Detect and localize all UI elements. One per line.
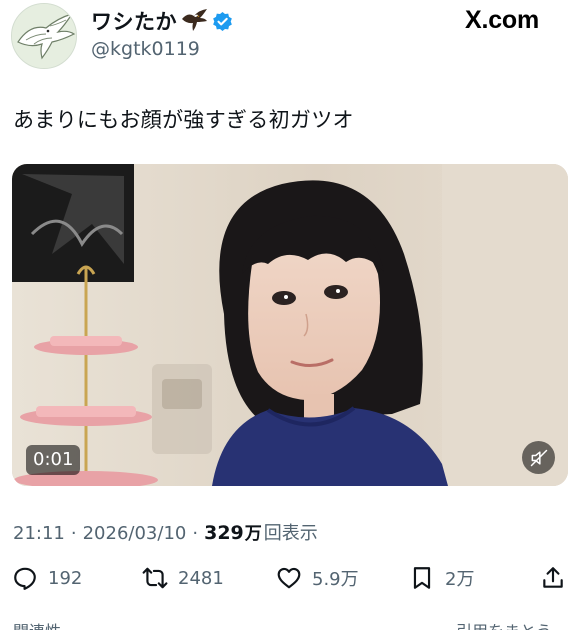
reply-button[interactable]: 192 xyxy=(12,560,82,596)
video-frame xyxy=(12,164,568,486)
display-name[interactable]: ワシたか xyxy=(91,6,177,36)
action-bar: 192 2481 5.9万 2万 xyxy=(0,560,580,596)
bookmark-count: 2万 xyxy=(445,569,475,590)
view-quotes-link[interactable]: 引用をまとう... xyxy=(456,618,567,630)
views-label: 回表示 xyxy=(263,523,318,544)
user-handle[interactable]: @kgtk0119 xyxy=(91,38,200,60)
like-button[interactable]: 5.9万 xyxy=(276,560,359,596)
like-icon xyxy=(277,567,301,589)
meta-separator: · xyxy=(192,523,199,544)
retweet-count: 2481 xyxy=(178,567,224,589)
bookmark-icon xyxy=(413,567,431,589)
tweet-time[interactable]: 21:11 xyxy=(13,523,65,544)
reply-count: 192 xyxy=(48,567,83,589)
video-player[interactable]: 0:01 xyxy=(12,164,568,486)
like-count: 5.9万 xyxy=(312,569,359,590)
share-button[interactable] xyxy=(540,560,566,596)
mute-button[interactable] xyxy=(522,441,555,474)
meta-separator: · xyxy=(70,523,77,544)
video-duration: 0:01 xyxy=(26,445,81,475)
brand-logo: X.com xyxy=(465,6,540,34)
retweet-button[interactable]: 2481 xyxy=(142,560,224,596)
share-icon xyxy=(543,567,563,588)
tweet-text: あまりにもお顔が強すぎる初ガツオ xyxy=(13,108,354,132)
views-unit: 万 xyxy=(244,524,262,544)
mute-icon xyxy=(530,449,547,466)
bookmark-button[interactable]: 2万 xyxy=(409,560,474,596)
avatar-eagle-image xyxy=(12,4,76,68)
tweet-header: ワシたか @kgtk0119 X.com xyxy=(0,0,580,80)
verified-badge-icon xyxy=(212,11,233,32)
sort-relevance-tab[interactable]: 関連性 xyxy=(13,618,61,630)
views-count: 329 xyxy=(204,522,244,544)
retweet-icon xyxy=(142,567,168,589)
eagle-emoji-icon xyxy=(181,9,208,33)
tweet-date[interactable]: 2026/03/10 xyxy=(83,523,187,544)
tweet-meta: 21:11 · 2026/03/10 · 329 万 回表示 xyxy=(13,519,318,545)
name-row: ワシたか xyxy=(91,7,233,35)
avatar[interactable] xyxy=(11,3,77,69)
reply-icon xyxy=(14,567,36,590)
